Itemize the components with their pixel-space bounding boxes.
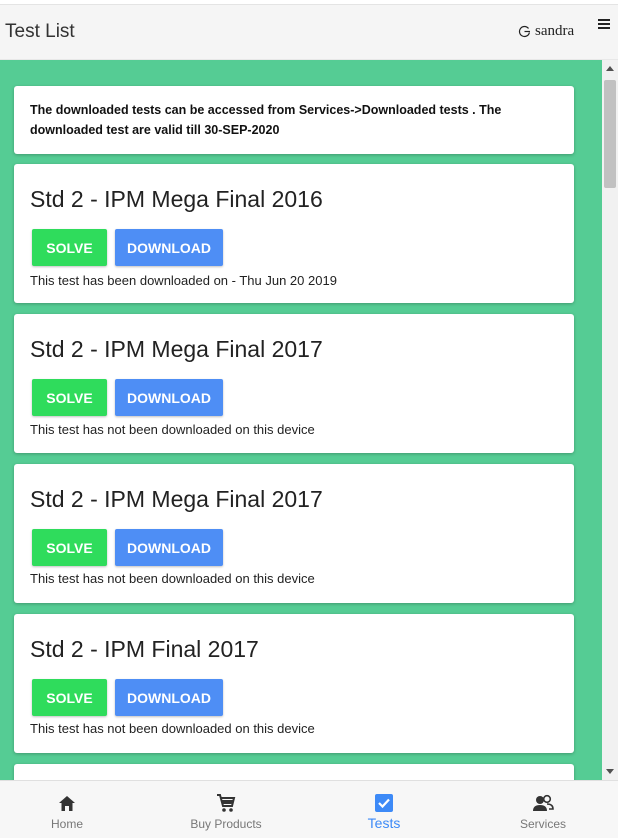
download-button[interactable]: DOWNLOAD	[115, 379, 223, 416]
download-status: This test has not been downloaded on thi…	[30, 721, 315, 736]
download-status: This test has not been downloaded on thi…	[30, 422, 315, 437]
notice-text: The downloaded tests can be accessed fro…	[30, 103, 502, 137]
nav-services[interactable]: Services	[468, 781, 618, 838]
solve-button[interactable]: SOLVE	[32, 679, 107, 716]
test-title: Std 2 - IPM Mega Final 2017	[30, 486, 323, 512]
solve-button[interactable]: SOLVE	[32, 529, 107, 566]
vertical-scrollbar[interactable]	[602, 60, 618, 780]
nav-home[interactable]: Home	[0, 781, 142, 838]
nav-services-label: Services	[519, 817, 566, 831]
nav-tests[interactable]: Tests	[309, 781, 459, 838]
app-root: Test List sandra The downloaded tests ca…	[0, 0, 618, 838]
test-list-container[interactable]: The downloaded tests can be accessed fro…	[0, 60, 602, 780]
scrollbar-thumb[interactable]	[604, 80, 616, 188]
scroll-up-arrow-icon[interactable]	[606, 66, 614, 71]
nav-buy-products-label: Buy Products	[190, 817, 262, 831]
user-name[interactable]: sandra	[535, 23, 574, 40]
cart-icon	[216, 792, 236, 814]
nav-tests-label: Tests	[367, 815, 401, 831]
users-icon	[532, 792, 554, 814]
solve-button[interactable]: SOLVE	[32, 229, 107, 266]
scroll-down-arrow-icon[interactable]	[606, 769, 614, 774]
user-menu[interactable]: sandra	[518, 23, 574, 40]
hamburger-menu-icon[interactable]	[598, 19, 610, 31]
test-card: Std 2 - IPM Mega Final 2017 SOLVE DOWNLO…	[14, 464, 574, 603]
test-card	[14, 764, 574, 780]
home-icon	[58, 792, 76, 814]
test-card: Std 2 - IPM Final 2017 SOLVE DOWNLOAD Th…	[14, 614, 574, 753]
download-button[interactable]: DOWNLOAD	[115, 229, 223, 266]
test-card: Std 2 - IPM Mega Final 2016 SOLVE DOWNLO…	[14, 164, 574, 303]
bottom-navigation: Home Buy Products Tests Services	[0, 780, 618, 838]
notice-card: The downloaded tests can be accessed fro…	[14, 86, 574, 154]
test-title: Std 2 - IPM Mega Final 2017	[30, 336, 323, 362]
nav-buy-products[interactable]: Buy Products	[151, 781, 301, 838]
app-header: Test List sandra	[0, 4, 618, 60]
download-button[interactable]: DOWNLOAD	[115, 679, 223, 716]
download-button[interactable]: DOWNLOAD	[115, 529, 223, 566]
test-title: Std 2 - IPM Mega Final 2016	[30, 186, 323, 212]
download-status: This test has been downloaded on - Thu J…	[30, 273, 337, 288]
checkbox-icon	[374, 792, 394, 814]
test-card: Std 2 - IPM Mega Final 2017 SOLVE DOWNLO…	[14, 314, 574, 453]
download-status: This test has not been downloaded on thi…	[30, 571, 315, 586]
page-title: Test List	[5, 21, 75, 42]
logout-icon[interactable]	[518, 25, 531, 38]
solve-button[interactable]: SOLVE	[32, 379, 107, 416]
nav-home-label: Home	[50, 817, 83, 831]
test-title: Std 2 - IPM Final 2017	[30, 636, 259, 662]
